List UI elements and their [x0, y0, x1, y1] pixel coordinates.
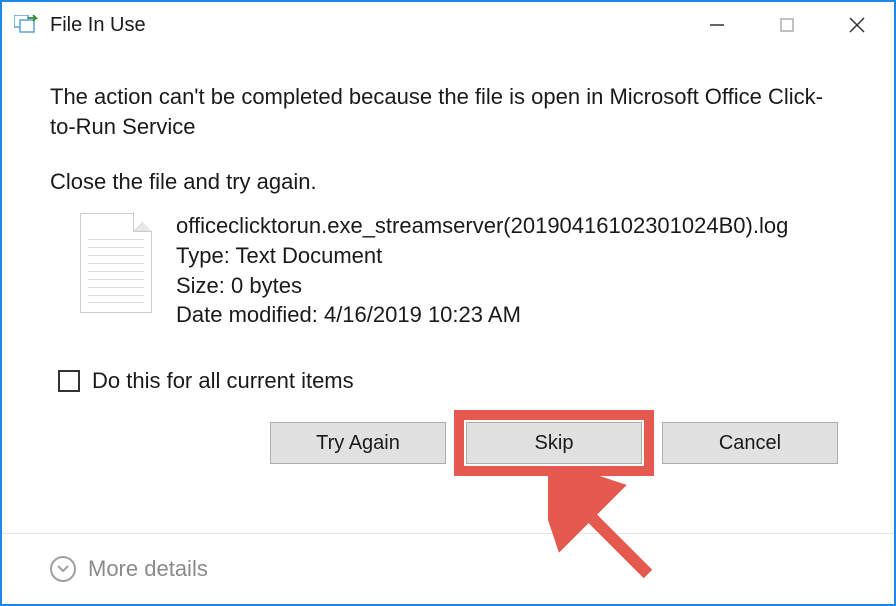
file-modified: Date modified: 4/16/2019 10:23 AM	[176, 300, 788, 330]
dialog-content: The action can't be completed because th…	[2, 48, 894, 533]
do-for-all-checkbox[interactable]	[58, 370, 80, 392]
file-type: Type: Text Document	[176, 241, 788, 271]
window-controls	[682, 3, 892, 47]
file-info-row: officeclicktorun.exe_streamserver(201904…	[80, 211, 846, 330]
checkbox-row: Do this for all current items	[58, 368, 846, 394]
file-details: officeclicktorun.exe_streamserver(201904…	[176, 211, 788, 330]
instruction-text: Close the file and try again.	[50, 169, 846, 195]
dialog-window: File In Use The action can't be complete…	[0, 0, 896, 606]
file-name: officeclicktorun.exe_streamserver(201904…	[176, 211, 788, 241]
cancel-button[interactable]: Cancel	[662, 422, 838, 464]
app-icon	[14, 15, 40, 35]
checkbox-label: Do this for all current items	[92, 368, 354, 394]
try-again-button[interactable]: Try Again	[270, 422, 446, 464]
maximize-button[interactable]	[752, 3, 822, 47]
skip-button[interactable]: Skip	[466, 422, 642, 464]
button-row: Try Again Skip Cancel	[50, 422, 846, 464]
more-details-link[interactable]: More details	[88, 556, 208, 582]
file-size: Size: 0 bytes	[176, 271, 788, 301]
document-icon	[80, 213, 152, 313]
window-title: File In Use	[50, 14, 682, 37]
chevron-down-icon[interactable]	[50, 556, 76, 582]
close-button[interactable]	[822, 3, 892, 47]
minimize-button[interactable]	[682, 3, 752, 47]
message-text: The action can't be completed because th…	[50, 82, 846, 141]
dialog-footer: More details	[2, 534, 894, 604]
titlebar[interactable]: File In Use	[2, 2, 894, 48]
